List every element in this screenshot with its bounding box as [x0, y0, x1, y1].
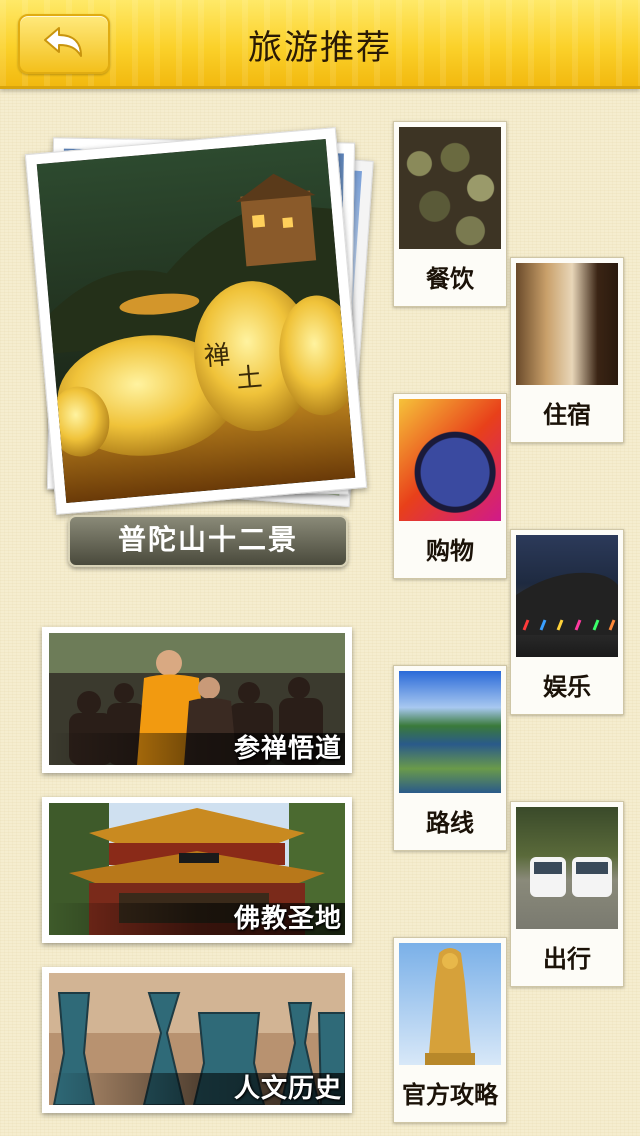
header-bar: 旅游推荐 — [0, 0, 640, 89]
category-routes[interactable]: 路线 — [393, 665, 507, 851]
banner-caption: 人文历史 — [233, 1074, 342, 1104]
banner-caption: 佛教圣地 — [233, 904, 342, 934]
category-official-guide[interactable]: 官方攻略 — [393, 937, 507, 1123]
category-lodging[interactable]: 住宿 — [510, 257, 624, 443]
entertainment-image — [516, 535, 618, 657]
category-label: 住宿 — [543, 400, 591, 429]
banner-caption: 参禅悟道 — [233, 734, 342, 764]
svg-text:土: 土 — [235, 363, 264, 395]
category-label: 购物 — [426, 536, 474, 565]
category-label: 官方攻略 — [402, 1080, 498, 1109]
banner-buddhist-site[interactable]: 佛教圣地 — [42, 797, 352, 943]
night-rock-image: 禅 土 — [36, 139, 356, 503]
category-label: 娱乐 — [543, 672, 591, 701]
category-label: 出行 — [543, 944, 591, 973]
page-title: 旅游推荐 — [248, 28, 392, 68]
category-shopping[interactable]: 购物 — [393, 393, 507, 579]
lodging-image — [516, 263, 618, 385]
transport-image — [516, 807, 618, 929]
shopping-image — [399, 399, 501, 521]
svg-text:禅: 禅 — [203, 340, 232, 372]
guide-image — [399, 943, 501, 1065]
banner-culture-history[interactable]: 人文历史 — [42, 967, 352, 1113]
banner-meditation[interactable]: 参禅悟道 — [42, 627, 352, 773]
twelve-scenes-button[interactable]: 普陀山十二景 — [68, 515, 348, 567]
category-transport[interactable]: 出行 — [510, 801, 624, 987]
routes-image — [399, 671, 501, 793]
dining-image — [399, 127, 501, 249]
category-dining[interactable]: 餐饮 — [393, 121, 507, 307]
featured-photo[interactable]: 禅 土 — [24, 127, 368, 515]
category-entertainment[interactable]: 娱乐 — [510, 529, 624, 715]
category-label: 路线 — [426, 808, 474, 837]
category-label: 餐饮 — [426, 264, 474, 293]
